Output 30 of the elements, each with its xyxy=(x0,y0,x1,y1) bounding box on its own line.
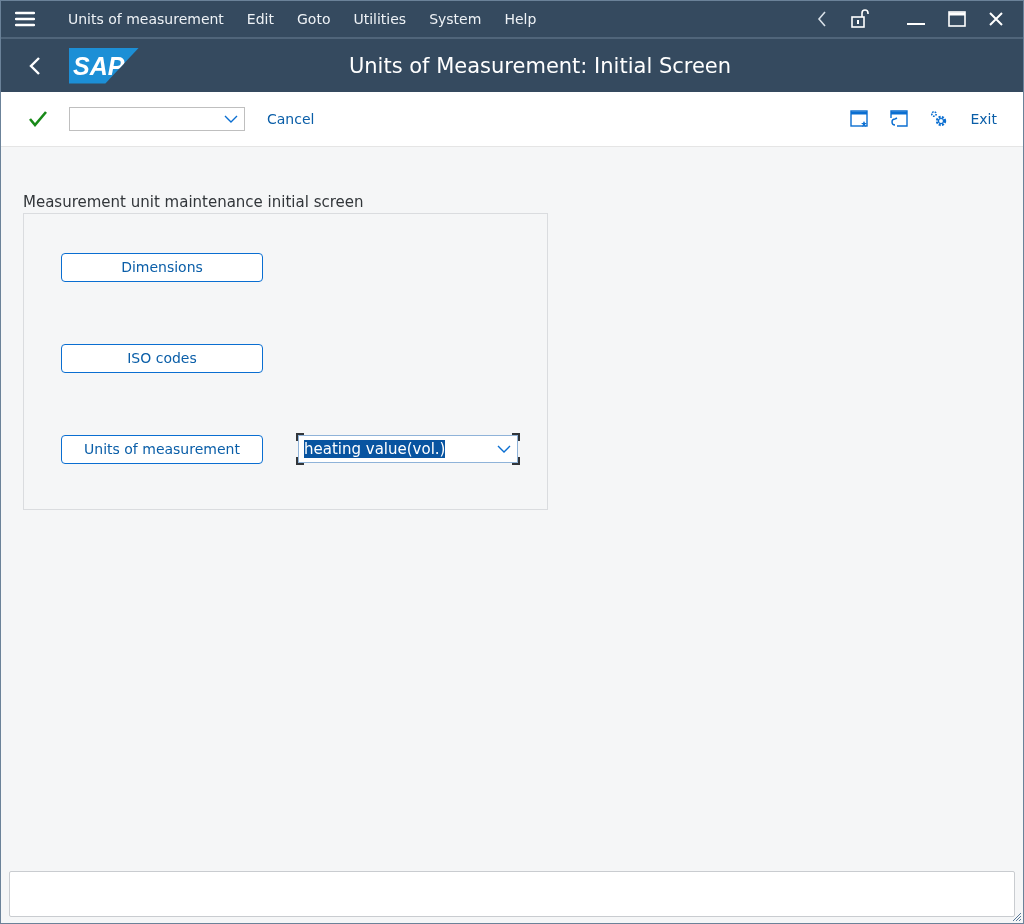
menu-item[interactable]: Goto xyxy=(297,11,331,27)
push-button[interactable]: ISO codes xyxy=(61,343,263,373)
unlocked-padlock-icon[interactable] xyxy=(850,9,870,29)
back-icon[interactable] xyxy=(29,56,41,75)
dropdown-chevron-icon[interactable] xyxy=(224,115,238,123)
menu-icon[interactable] xyxy=(15,11,35,27)
dropdown-value: heating value(vol.) xyxy=(304,440,446,458)
dropdown-field[interactable]: heating value(vol.) xyxy=(298,435,518,463)
menu-item[interactable]: System xyxy=(429,11,482,27)
checkmark-icon[interactable] xyxy=(29,111,47,127)
cancel-button[interactable]: Cancel xyxy=(267,111,315,127)
menu-item[interactable]: Edit xyxy=(246,11,274,27)
menu-item[interactable]: Units of measurement xyxy=(68,11,224,27)
window-refresh-icon[interactable] xyxy=(890,110,909,128)
maximize-icon[interactable] xyxy=(948,11,966,27)
dropdown-chevron-icon[interactable] xyxy=(497,445,511,453)
resize-grip-icon[interactable] xyxy=(1012,912,1022,922)
screen-title: Units of Measurement: Initial Screen xyxy=(347,53,733,78)
minimize-icon[interactable] xyxy=(907,22,925,26)
push-button[interactable]: Units of measurement xyxy=(61,434,263,464)
back-chevron-icon[interactable] xyxy=(817,11,827,27)
close-icon[interactable] xyxy=(989,12,1003,26)
command-field[interactable] xyxy=(69,107,245,131)
group-title: Measurement unit maintenance initial screen xyxy=(23,193,365,211)
menu-item[interactable]: Utilities xyxy=(353,11,407,27)
gears-icon[interactable] xyxy=(930,110,949,128)
menu-item[interactable]: Help xyxy=(504,11,537,27)
exit-button[interactable]: Exit xyxy=(970,111,997,127)
push-button[interactable]: Dimensions xyxy=(61,252,263,282)
logo: SAP xyxy=(69,47,139,84)
